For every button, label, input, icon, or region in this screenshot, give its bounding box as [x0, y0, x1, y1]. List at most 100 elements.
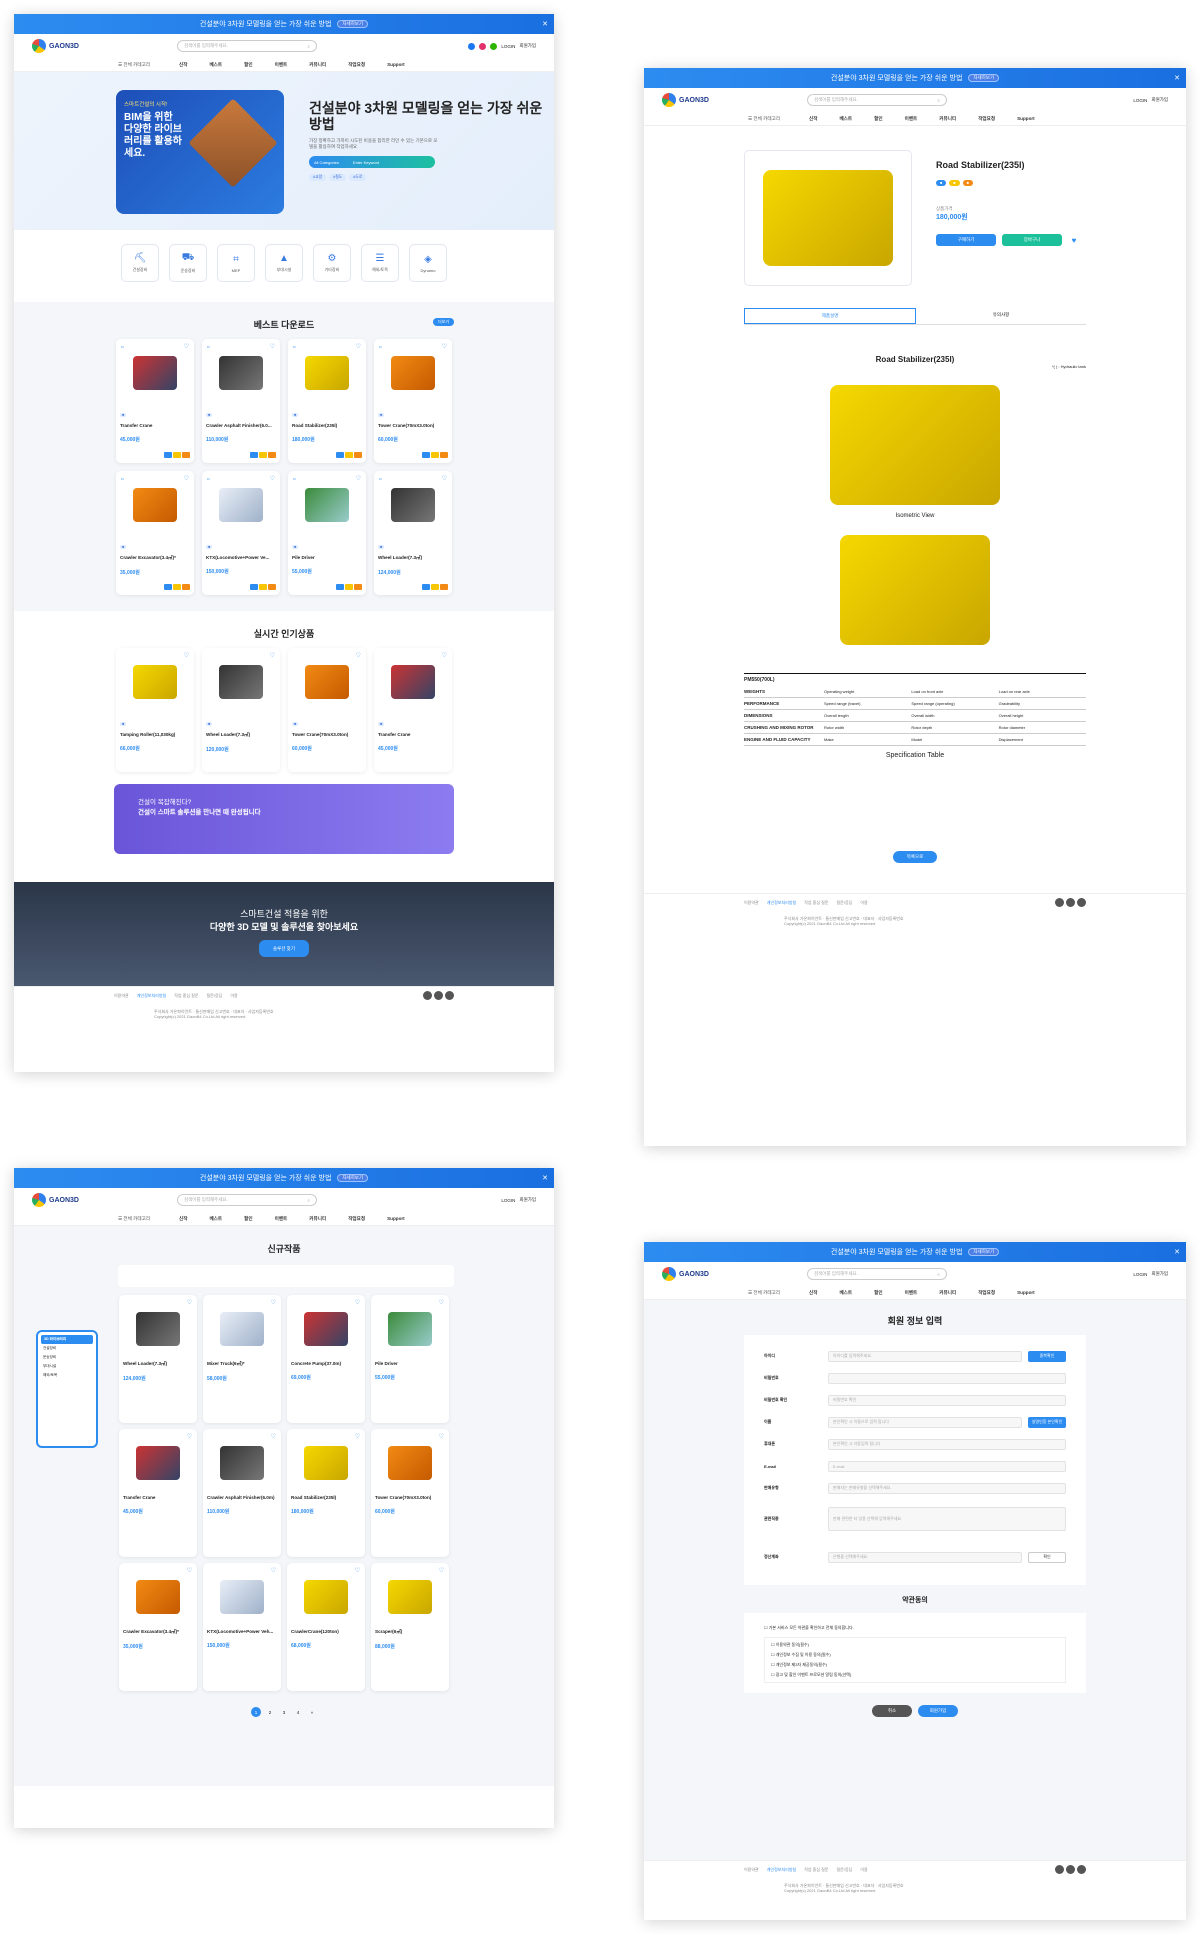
heart-icon[interactable]: ♡ — [184, 475, 189, 482]
heart-icon[interactable]: ♡ — [187, 1299, 192, 1306]
sidebar-item[interactable]: 건설장비 — [41, 1344, 93, 1353]
seller-type-select[interactable]: 판매자는 판매유형을 선택해주세요. — [828, 1482, 1066, 1494]
heart-icon[interactable]: ♡ — [184, 652, 189, 659]
blog-icon[interactable] — [490, 42, 498, 50]
sidebar-item[interactable]: 부대시설 — [41, 1362, 93, 1371]
product-card[interactable]: ♡ Transfer Crane 45,000원 — [119, 1429, 197, 1557]
heart-icon[interactable]: ♡ — [442, 475, 447, 482]
filter-bar[interactable] — [118, 1265, 454, 1287]
facebook-icon[interactable] — [423, 991, 432, 1000]
hero-tag[interactable]: #철도 — [329, 174, 347, 181]
product-card[interactable]: ♡ Concrete Pump(37.0m) 69,000원 — [287, 1295, 365, 1423]
footer-link[interactable]: 개인정보처리방침 — [767, 900, 796, 906]
product-card[interactable]: ♡ ■ Wheel Loader(7.3㎥) 120,000원 — [202, 648, 280, 772]
check-duplicate-button[interactable]: 중복확인 — [1028, 1350, 1066, 1362]
close-icon[interactable]: ✕ — [1174, 74, 1180, 82]
category-item[interactable]: ◈ Dynamo — [409, 244, 447, 282]
close-icon[interactable]: ✕ — [542, 1174, 548, 1182]
nav-item[interactable]: 할인 — [244, 1216, 252, 1222]
product-card[interactable]: •• ♡ ■ Wheel Loader(7.3㎥) 124,000원 — [374, 471, 452, 595]
tab-notice[interactable]: 유의사항 — [916, 308, 1086, 324]
blog-icon[interactable] — [434, 991, 443, 1000]
nav-item[interactable]: 이벤트 — [905, 1290, 918, 1296]
facebook-icon[interactable] — [1055, 1865, 1064, 1874]
heart-icon[interactable]: ♡ — [184, 343, 189, 350]
name-field[interactable]: 본인확인 시 이름으로 입력 됩니다 — [828, 1416, 1022, 1428]
login-link[interactable]: LOGIN — [501, 44, 515, 49]
search-input[interactable]: 검색어를 입력해주세요. ⌕ — [806, 94, 947, 106]
join-link[interactable]: 회원가입 — [519, 43, 536, 49]
email-field[interactable]: E-mail — [828, 1460, 1066, 1472]
top-banner[interactable]: 건설분야 3차원 모델링을 얻는 가장 쉬운 방법 자세히보기 ✕ — [14, 1168, 554, 1188]
category-menu[interactable]: ☰ 전체 카테고리 — [118, 62, 150, 68]
footer-link[interactable]: 작업 중심 질문 — [804, 900, 828, 906]
login-link[interactable]: LOGIN — [1133, 1272, 1147, 1277]
product-card[interactable]: ♡ Crawler Excavator(3.4㎥)* 35,000원 — [119, 1563, 197, 1691]
join-link[interactable]: 회원가입 — [1151, 97, 1168, 103]
product-card[interactable]: ♡ ■ Tamping Roller(11,030kg) 66,000원 — [116, 648, 194, 772]
nav-item[interactable]: 커뮤니티 — [939, 116, 956, 122]
more-button[interactable]: 더보기 — [432, 318, 454, 326]
product-card[interactable]: ♡ Scraper(6㎥) 88,000원 — [371, 1563, 449, 1691]
category-menu[interactable]: ☰ 전체 카테고리 — [748, 1290, 780, 1296]
nav-item[interactable]: 신작 — [809, 1290, 817, 1296]
banner-badge[interactable]: 자세히보기 — [968, 1248, 1000, 1256]
heart-icon[interactable]: ♡ — [439, 1299, 444, 1306]
cart-button[interactable]: 장바구니 — [1002, 234, 1062, 246]
product-card[interactable]: •• ♡ ■ Crawler Excavator(3.4㎥)* 35,000원 — [116, 471, 194, 595]
footer-link[interactable]: 개인정보처리방침 — [137, 993, 166, 999]
youtube-icon[interactable] — [1077, 1865, 1086, 1874]
page-button[interactable]: 1 — [251, 1707, 261, 1717]
heart-icon[interactable]: ♥ — [1068, 234, 1080, 246]
nav-item[interactable]: 커뮤니티 — [309, 1216, 326, 1222]
search-icon[interactable]: ⌕ — [937, 98, 940, 103]
heart-icon[interactable]: ♡ — [270, 652, 275, 659]
category-item[interactable]: ⚙ 기타장비 — [313, 244, 351, 282]
heart-icon[interactable]: ♡ — [442, 652, 447, 659]
instagram-icon[interactable] — [479, 42, 487, 50]
heart-icon[interactable]: ♡ — [270, 475, 275, 482]
banner-badge[interactable]: 자세히보기 — [968, 74, 1000, 82]
nav-item[interactable]: Support — [1017, 116, 1035, 122]
nav-item[interactable]: 이벤트 — [275, 1216, 288, 1222]
nav-item[interactable]: Support — [1017, 1290, 1035, 1296]
nav-item[interactable]: 커뮤니티 — [939, 1290, 956, 1296]
category-item[interactable]: ⛏ 건설장비 — [121, 244, 159, 282]
nav-item[interactable]: 신작 — [179, 62, 187, 68]
heart-icon[interactable]: ♡ — [439, 1567, 444, 1574]
sidebar-header[interactable]: 3D 라이브러리 — [41, 1335, 93, 1344]
footer-link[interactable]: 이용약관 — [114, 993, 129, 999]
nav-item[interactable]: 작업요청 — [978, 116, 995, 122]
id-field[interactable]: 아이디를 입력해주세요. — [828, 1350, 1022, 1362]
facebook-icon[interactable] — [468, 42, 476, 50]
hero-search[interactable]: All Categories Enter Keyword — [309, 156, 435, 168]
footer-link[interactable]: 이용 — [860, 1867, 867, 1873]
join-link[interactable]: 회원가입 — [1151, 1271, 1168, 1277]
heart-icon[interactable]: ♡ — [187, 1567, 192, 1574]
tab-description[interactable]: 제품설명 — [744, 308, 916, 324]
heart-icon[interactable]: ♡ — [442, 343, 447, 350]
category-item[interactable]: ☰ 해외/토목 — [361, 244, 399, 282]
list-button[interactable]: 목록으로 — [892, 851, 938, 863]
heart-icon[interactable]: ♡ — [187, 1433, 192, 1440]
page-button[interactable]: 3 — [279, 1707, 289, 1717]
job-field[interactable]: 판매 관련한 타 업종 선택해 입력해주세요. — [828, 1507, 1066, 1531]
search-icon[interactable]: ⌕ — [937, 1272, 940, 1277]
heart-icon[interactable]: ♡ — [355, 1299, 360, 1306]
search-input[interactable]: 검색어를 입력해주세요. ⌕ — [176, 40, 317, 52]
verify-button[interactable]: 실명인증 본인확인 — [1028, 1416, 1066, 1428]
footer-link[interactable]: 이용약관 — [744, 1867, 759, 1873]
page-button[interactable]: 4 — [293, 1707, 303, 1717]
nav-item[interactable]: 작업요청 — [978, 1290, 995, 1296]
heart-icon[interactable]: ♡ — [271, 1567, 276, 1574]
nav-item[interactable]: 이벤트 — [905, 116, 918, 122]
join-link[interactable]: 회원가입 — [519, 1197, 536, 1203]
search-icon[interactable]: ⌕ — [307, 1198, 310, 1203]
submit-button[interactable]: 회원가입 — [918, 1705, 958, 1717]
heart-icon[interactable]: ♡ — [356, 652, 361, 659]
nav-item[interactable]: 작업요청 — [348, 62, 365, 68]
nav-item[interactable]: Support — [387, 62, 405, 68]
solution-button[interactable]: 솔루션 찾기 — [259, 940, 309, 957]
sidebar-item[interactable]: 해외/토목 — [41, 1371, 93, 1380]
heart-icon[interactable]: ♡ — [439, 1433, 444, 1440]
